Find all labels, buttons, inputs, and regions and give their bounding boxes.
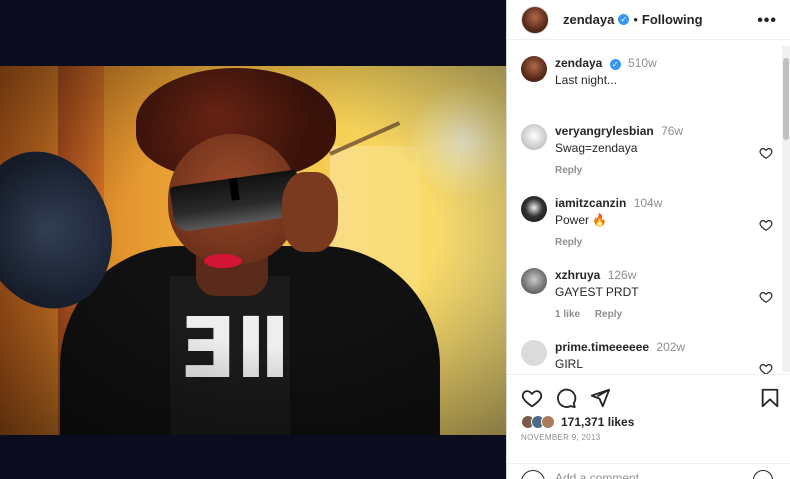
reply-button[interactable]: Reply — [595, 309, 622, 320]
comment-time: 126w — [607, 268, 637, 282]
comment-avatar[interactable] — [521, 340, 547, 366]
comment-meta: Reply — [555, 237, 755, 248]
comment-username[interactable]: veryangrylesbian — [555, 124, 654, 138]
comment-content: veryangrylesbian 76w Swag=zendaya Reply — [555, 124, 755, 176]
comment-likes[interactable]: 1 like — [555, 309, 580, 320]
following-button[interactable]: Following — [642, 12, 703, 27]
scrollbar-thumb[interactable] — [783, 58, 789, 140]
comments-list[interactable]: zendaya ✓ 510w Last night... veryangryle… — [507, 46, 790, 374]
verified-icon: ✓ — [609, 59, 621, 70]
comment-text: Power 🔥 — [555, 213, 608, 227]
post-header: zendaya ✓ • Following ••• — [507, 0, 790, 40]
post-photo[interactable]: ƎⅡ — [0, 66, 506, 435]
comment-username[interactable]: xzhruya — [555, 268, 600, 282]
likes-count[interactable]: 171,371 likes — [561, 415, 634, 429]
comment-composer — [507, 463, 790, 479]
post-actions: 171,371 likes NOVEMBER 9, 2013 — [507, 374, 790, 479]
comment-icon[interactable] — [555, 387, 577, 409]
heart-icon[interactable] — [759, 290, 773, 304]
post-side-panel: zendaya ✓ • Following ••• zendaya ✓ 510w… — [506, 0, 790, 479]
comment-username[interactable]: prime.timeeeeee — [555, 340, 649, 354]
heart-icon[interactable] — [759, 218, 773, 232]
bookmark-icon[interactable] — [759, 387, 781, 409]
comment-avatar[interactable] — [521, 124, 547, 150]
comment-content: prime.timeeeeee 202w GIRL — [555, 340, 755, 371]
comment-avatar[interactable] — [521, 196, 547, 222]
follow-separator: • — [633, 12, 638, 27]
author-avatar[interactable] — [521, 5, 549, 34]
heart-icon[interactable] — [521, 387, 543, 409]
caption-username[interactable]: zendaya — [555, 56, 602, 70]
author-avatar[interactable] — [521, 56, 547, 82]
caption-time: 510w — [628, 56, 657, 70]
post-date: NOVEMBER 9, 2013 — [521, 433, 601, 442]
reply-button[interactable]: Reply — [555, 237, 582, 248]
comment-meta: Reply — [555, 165, 755, 176]
comment-text: GIRL — [555, 357, 584, 371]
comment-content: iamitzcanzin 104w Power 🔥 Reply — [555, 196, 755, 248]
share-icon[interactable] — [589, 387, 611, 409]
heart-icon[interactable] — [759, 146, 773, 160]
comment-input[interactable] — [555, 468, 735, 479]
comment-username[interactable]: iamitzcanzin — [555, 196, 626, 210]
likes-row[interactable]: 171,371 likes — [521, 415, 634, 429]
comment-time: 76w — [661, 124, 684, 138]
comment-content: xzhruya 126w GAYEST PRDT 1 like Reply — [555, 268, 755, 320]
comment-text: GAYEST PRDT — [555, 285, 639, 299]
heart-icon[interactable] — [759, 362, 773, 374]
comment-meta: 1 like Reply — [555, 309, 755, 320]
media-panel: ƎⅡ — [0, 0, 506, 479]
comment-time: 202w — [656, 340, 686, 354]
reply-button[interactable]: Reply — [555, 165, 582, 176]
emoji-picker-icon[interactable] — [753, 470, 773, 479]
comment-time: 104w — [633, 196, 663, 210]
comment-avatar[interactable] — [521, 268, 547, 294]
emoji-icon[interactable] — [521, 470, 545, 479]
caption-text: Last night... — [555, 73, 618, 87]
comments-scrollbar[interactable] — [782, 46, 790, 372]
photo-vignette — [0, 66, 506, 435]
caption-content: zendaya ✓ 510w Last night... — [555, 56, 755, 87]
comment-text: Swag=zendaya — [555, 141, 638, 155]
liker-avatar — [541, 415, 555, 429]
more-icon[interactable]: ••• — [757, 12, 777, 30]
verified-icon: ✓ — [618, 14, 630, 25]
author-username[interactable]: zendaya — [563, 12, 614, 27]
